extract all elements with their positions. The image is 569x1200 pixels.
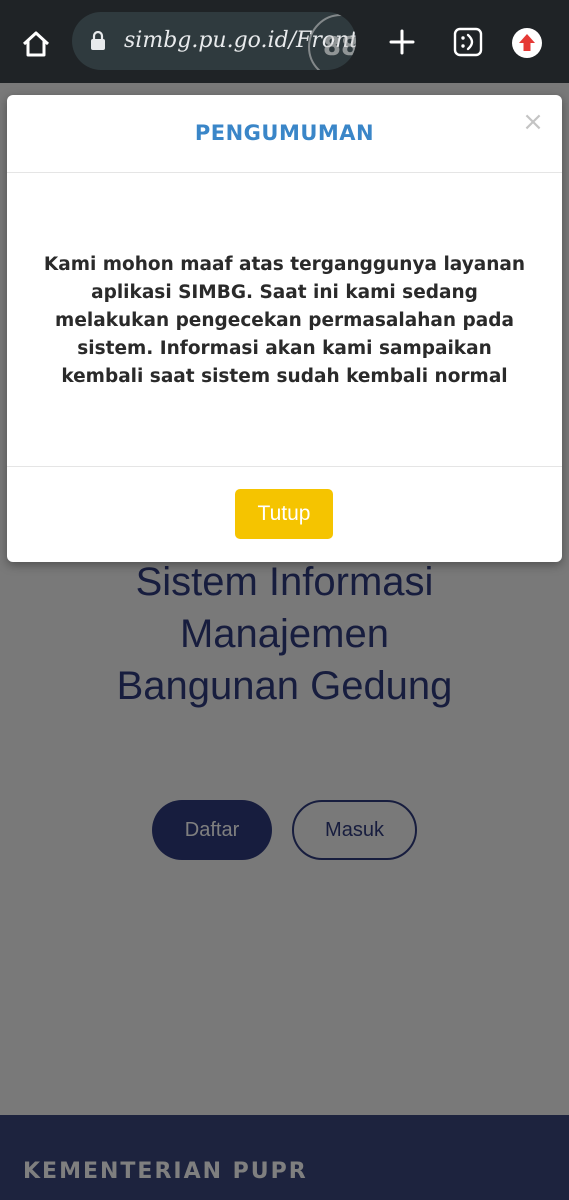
- update-button[interactable]: [510, 26, 544, 60]
- modal-title: PENGUMUMAN: [194, 121, 375, 145]
- address-bar[interactable]: simbg.pu.go.id/Front 88: [72, 12, 356, 70]
- close-button[interactable]: Tutup: [235, 489, 333, 539]
- update-icon: [512, 28, 542, 58]
- tab-counter[interactable]: 88: [308, 14, 356, 70]
- modal-footer-divider: [7, 466, 562, 467]
- modal-message: Kami mohon maaf atas terganggunya layana…: [43, 254, 526, 387]
- reader-mode-icon: [453, 27, 483, 57]
- home-button[interactable]: [14, 22, 58, 66]
- reader-mode-button[interactable]: [450, 24, 486, 60]
- announcement-modal: PENGUMUMAN × Kami mohon maaf atas tergan…: [7, 95, 562, 562]
- browser-page: simbg.pu.go.id/Front 88 Sistem Informasi…: [0, 0, 569, 1200]
- browser-toolbar: simbg.pu.go.id/Front 88: [0, 0, 569, 83]
- lock-icon: [91, 31, 105, 50]
- close-icon[interactable]: ×: [522, 109, 544, 135]
- new-tab-button[interactable]: [382, 22, 422, 62]
- modal-header: PENGUMUMAN ×: [7, 95, 562, 173]
- home-icon: [22, 31, 50, 57]
- plus-icon: [389, 29, 415, 55]
